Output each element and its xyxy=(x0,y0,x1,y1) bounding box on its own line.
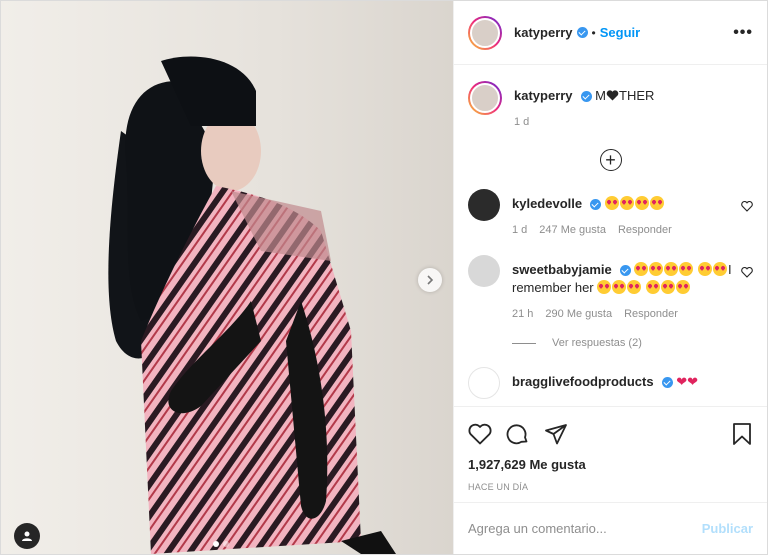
avatar[interactable] xyxy=(468,255,500,287)
divider xyxy=(512,342,536,344)
load-more: + xyxy=(468,149,753,171)
heart-eyes-emoji xyxy=(712,262,727,276)
heart-eyes-emoji xyxy=(649,196,664,210)
heart-eyes-emoji xyxy=(649,262,664,276)
comment-text: kyledevolle 1 d 247 Me gusta Responder xyxy=(512,189,733,239)
more-icon[interactable]: ••• xyxy=(733,24,753,42)
heart-eyes-emoji xyxy=(697,262,712,276)
comment-username[interactable]: kyledevolle xyxy=(512,196,582,211)
reply-button[interactable]: Responder xyxy=(624,305,678,323)
follow-button[interactable]: Seguir xyxy=(600,25,640,40)
heart-eyes-emoji xyxy=(645,280,660,294)
caption-text: katyperry M THER 1 d xyxy=(514,81,753,131)
post-header: katyperry • Seguir ••• xyxy=(454,1,767,65)
comment: bragglivefoodproducts ❤❤ xyxy=(468,367,753,399)
avatar[interactable] xyxy=(468,367,500,399)
avatar[interactable] xyxy=(468,15,502,50)
comment: kyledevolle 1 d 247 Me gusta Responder xyxy=(468,189,753,239)
heart-eyes-emoji xyxy=(660,280,675,294)
caption: katyperry M THER 1 d xyxy=(468,81,753,131)
post-media[interactable] xyxy=(1,1,453,554)
separator: • xyxy=(591,25,596,40)
avatar[interactable] xyxy=(468,189,500,221)
like-count[interactable]: 1,927,629 Me gusta xyxy=(468,457,753,472)
comment-text: bragglivefoodproducts ❤❤ xyxy=(512,367,753,391)
heart-eyes-emoji xyxy=(679,262,694,276)
comment-time: 21 h xyxy=(512,308,534,320)
comment-likes[interactable]: 290 Me gusta xyxy=(545,305,612,323)
next-arrow-icon[interactable] xyxy=(418,268,442,292)
comment-username[interactable]: bragglivefoodproducts xyxy=(512,374,654,389)
verified-icon xyxy=(590,199,602,211)
share-icon[interactable] xyxy=(544,422,568,449)
verified-icon xyxy=(576,27,588,38)
post-dialog: katyperry • Seguir ••• katyperry M THER 1… xyxy=(0,0,768,555)
post-photo xyxy=(1,1,453,554)
carousel-dots xyxy=(213,541,229,547)
comment-time: 1 d xyxy=(512,224,528,236)
comment-text: sweetbabyjamie I remember her 21 h 290 M… xyxy=(512,255,733,323)
post-actions: 1,927,629 Me gusta HACE UN DÍA xyxy=(454,406,767,502)
bookmark-icon[interactable] xyxy=(731,422,753,449)
plus-circle-icon[interactable]: + xyxy=(599,149,622,171)
comment-username[interactable]: sweetbabyjamie xyxy=(512,262,612,277)
post-timestamp: HACE UN DÍA xyxy=(468,482,529,492)
heart-eyes-emoji xyxy=(634,262,649,276)
comment-likes[interactable]: 247 Me gusta xyxy=(539,221,606,239)
comment: sweetbabyjamie I remember her 21 h 290 M… xyxy=(468,255,753,323)
caption-body: M THER xyxy=(595,88,655,103)
carousel-dot xyxy=(223,541,229,547)
heart-eyes-emoji xyxy=(597,280,612,294)
carousel-dot xyxy=(213,541,219,547)
view-replies-label: Ver respuestas (2) xyxy=(552,337,642,349)
heart-eyes-emoji xyxy=(627,280,642,294)
black-heart-icon xyxy=(606,90,619,101)
avatar[interactable] xyxy=(468,81,502,115)
heart-eyes-emoji xyxy=(675,280,690,294)
heart-eyes-emoji xyxy=(634,196,649,210)
add-comment-bar: Publicar xyxy=(454,502,767,554)
heart-eyes-emoji xyxy=(604,196,619,210)
heart-eyes-emoji xyxy=(612,280,627,294)
red-heart-emoji: ❤ xyxy=(676,374,688,389)
verified-icon xyxy=(580,91,592,103)
reply-button[interactable]: Responder xyxy=(618,221,672,239)
comment-input[interactable] xyxy=(468,521,702,536)
caption-time: 1 d xyxy=(514,116,530,128)
heart-eyes-emoji xyxy=(619,196,634,210)
post-sidebar: katyperry • Seguir ••• katyperry M THER 1… xyxy=(453,1,767,554)
comments-list[interactable]: katyperry M THER 1 d + kyledevolle 1 d 24… xyxy=(454,65,767,406)
heart-icon[interactable] xyxy=(741,189,753,215)
comment-icon[interactable] xyxy=(506,422,530,449)
publish-button[interactable]: Publicar xyxy=(702,521,753,536)
user-tag-icon[interactable] xyxy=(14,523,40,549)
caption-username[interactable]: katyperry xyxy=(514,88,573,103)
verified-icon xyxy=(619,265,631,277)
red-heart-emoji: ❤ xyxy=(687,374,698,389)
view-replies-button[interactable]: Ver respuestas (2) xyxy=(512,337,753,349)
heart-icon[interactable] xyxy=(741,255,753,281)
heart-icon[interactable] xyxy=(468,423,492,448)
heart-eyes-emoji xyxy=(664,262,679,276)
verified-icon xyxy=(661,377,673,389)
post-username[interactable]: katyperry xyxy=(514,25,573,40)
